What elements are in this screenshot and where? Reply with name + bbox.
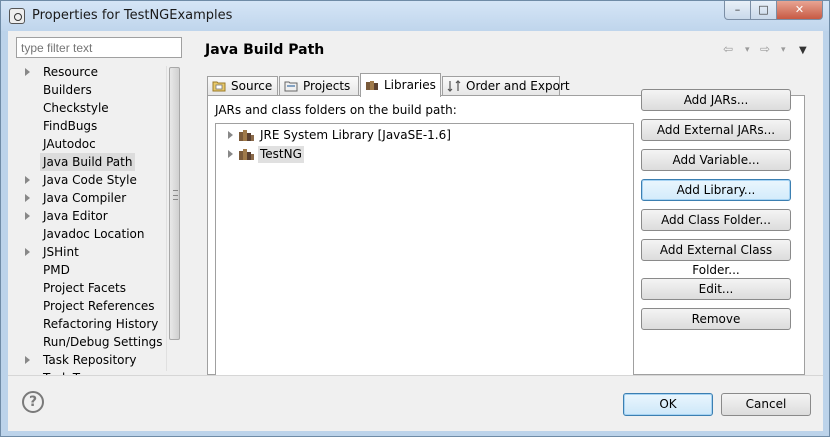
tree-item-label: JSHint <box>43 245 79 259</box>
edit-button[interactable]: Edit... <box>641 278 791 300</box>
window-title: Properties for TestNGExamples <box>32 8 233 23</box>
tree-item-label: JAutodoc <box>43 137 96 151</box>
library-entry-label: JRE System Library [JavaSE-1.6] <box>260 128 451 142</box>
add-class-folder-button[interactable]: Add Class Folder... <box>641 209 791 231</box>
panel-scrollbar[interactable] <box>795 96 805 375</box>
library-icon <box>238 129 255 142</box>
library-entry[interactable]: JRE System Library [JavaSE-1.6] <box>216 127 516 144</box>
expand-arrow-icon[interactable] <box>25 68 30 76</box>
tab-label: Libraries <box>384 78 436 92</box>
scrollbar-thumb[interactable] <box>169 67 180 340</box>
tab-source[interactable]: Source <box>207 76 278 97</box>
cancel-button[interactable]: Cancel <box>721 393 811 416</box>
tree-item-label: Javadoc Location <box>43 227 145 241</box>
property-tree: Resource Builders Checkstyle FindBugs JAutod… <box>16 63 182 375</box>
add-external-jars-button[interactable]: Add External JARs... <box>641 119 791 141</box>
tree-item-label: Run/Debug Settings <box>43 335 163 349</box>
add-variable-button[interactable]: Add Variable... <box>641 149 791 171</box>
tree-item-label: Java Build Path <box>40 153 136 171</box>
tree-item-label: Task Repository <box>43 353 137 367</box>
properties-window: Properties for TestNGExamples – □ ✕ Reso… <box>0 0 830 437</box>
add-external-class-folder-button[interactable]: Add External Class Folder... <box>641 239 791 277</box>
help-icon[interactable]: ? <box>22 391 44 413</box>
tree-item-label: Java Code Style <box>43 173 137 187</box>
expand-arrow-icon[interactable] <box>25 194 30 202</box>
page-title: Java Build Path <box>205 42 325 58</box>
tree-item-label: Builders <box>43 83 92 97</box>
dialog-client: Resource Builders Checkstyle FindBugs JAutod… <box>8 31 823 431</box>
view-menu-icon[interactable]: ▼ <box>799 45 807 56</box>
eclipse-icon <box>9 8 25 24</box>
bottom-divider <box>8 375 823 376</box>
maximize-button[interactable]: □ <box>750 1 777 20</box>
expand-arrow-icon[interactable] <box>25 248 30 256</box>
forward-arrow-icon[interactable]: ⇨ <box>760 42 770 56</box>
libraries-panel: JARs and class folders on the build path… <box>207 89 805 376</box>
library-entry-label: TestNG <box>258 146 304 163</box>
source-folder-icon <box>212 81 226 92</box>
library-entry[interactable]: TestNG <box>216 146 516 163</box>
tab-label: Projects <box>303 79 351 93</box>
library-icon <box>238 148 255 161</box>
tree-item-label: PMD <box>43 263 70 277</box>
title-bar[interactable]: Properties for TestNGExamples – □ ✕ <box>1 1 829 31</box>
expand-arrow-icon[interactable] <box>25 176 30 184</box>
build-path-label: JARs and class folders on the build path… <box>215 103 457 117</box>
tree-item-label: Java Editor <box>43 209 108 223</box>
tab-projects[interactable]: Projects <box>279 76 359 97</box>
tab-order-and-export[interactable]: Order and Export <box>442 76 570 97</box>
projects-icon <box>284 81 298 92</box>
expand-arrow-icon[interactable] <box>228 150 233 158</box>
tree-item-label: Project References <box>43 299 155 313</box>
library-tree: JRE System Library [JavaSE-1.6] TestNG <box>215 123 634 376</box>
add-jars-button[interactable]: Add JARs... <box>641 89 791 111</box>
library-icon <box>366 81 378 90</box>
tab-label: Source <box>231 79 273 93</box>
tree-item-label: Project Facets <box>43 281 126 295</box>
close-button[interactable]: ✕ <box>776 1 823 20</box>
tree-item-label: Refactoring History <box>43 317 159 331</box>
tree-item-label: Resource <box>43 65 99 79</box>
minimize-button[interactable]: – <box>724 1 751 20</box>
forward-dropdown-icon[interactable]: ▾ <box>781 45 786 55</box>
tree-item-label: Checkstyle <box>43 101 109 115</box>
tab-libraries[interactable]: Libraries <box>360 73 441 97</box>
expand-arrow-icon[interactable] <box>228 131 233 139</box>
tab-label: Order and Export <box>466 79 570 93</box>
expand-arrow-icon[interactable] <box>25 356 30 364</box>
tree-item-label: Java Compiler <box>43 191 127 205</box>
back-arrow-icon[interactable]: ⇦ <box>723 42 733 56</box>
ok-button[interactable]: OK <box>623 393 713 416</box>
order-export-icon <box>447 80 461 92</box>
grip-icon <box>173 190 178 200</box>
back-dropdown-icon[interactable]: ▾ <box>745 45 750 55</box>
tree-item-label: FindBugs <box>43 119 98 133</box>
panel-sash[interactable] <box>188 31 194 375</box>
tree-scrollbar[interactable] <box>166 66 181 371</box>
add-library-button[interactable]: Add Library... <box>641 179 791 201</box>
expand-arrow-icon[interactable] <box>25 212 30 220</box>
remove-button[interactable]: Remove <box>641 308 791 330</box>
filter-input[interactable] <box>16 37 182 58</box>
